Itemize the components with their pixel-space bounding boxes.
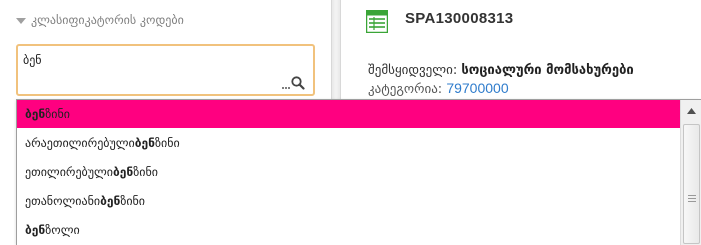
suggestion-suffix: ზინი [120,194,146,208]
scroll-up-button[interactable] [681,100,701,122]
search-magnifier-icon[interactable] [281,76,307,90]
classifier-search-input[interactable] [23,51,283,69]
suggestion-suffix: ზინი [45,107,70,121]
suggestion-suffix: ზინი [133,165,158,179]
suggestion-item[interactable]: არაეთილირებული ბენ ზინი [17,129,680,157]
suggestion-match: ბენ [113,165,134,179]
suggestion-match: ბენ [134,136,155,150]
suggestion-item[interactable]: ეთანოლიანი ბენ ზინი [17,187,680,215]
tender-code[interactable]: SPA130008313 [405,10,513,27]
suggestion-item[interactable]: ეთილირებული ბენ ზინი [17,158,680,186]
scroll-thumb[interactable] [683,124,700,244]
buyer-line: შემსყიდველი: სოციალური მომსახურები [368,63,634,78]
buyer-label: შემსყიდველი: [368,63,458,78]
classifier-search-box[interactable] [16,44,315,96]
suggestion-match: ბენ [25,223,46,237]
classifier-codes-title: კლასიფიკატორის კოდები [31,13,184,27]
category-label: კატეგორია: [368,82,443,97]
suggestion-prefix: ეთანოლიანი [25,194,101,208]
suggestion-suffix: ზოლი [45,223,80,237]
suggestion-match: ბენ [100,194,121,208]
buyer-name: სოციალური მომსახურები [461,63,634,78]
suggestion-item[interactable]: ბენ ზინი [17,100,680,128]
dropdown-scrollbar[interactable] [680,100,701,245]
suggestion-item[interactable]: ბენ ზოლი [17,216,680,244]
chevron-up-icon [687,108,696,114]
scroll-grip-icon [688,195,696,202]
autocomplete-dropdown: ბენ ზინი არაეთილირებული ბენ ზინი ეთილირებუ… [16,99,701,245]
suggestion-suffix: ზინი [155,136,180,150]
category-line: კატეგორია: 79700000 [368,80,509,97]
suggestion-match: ბენ [25,107,46,121]
suggestion-prefix: არაეთილირებული [25,136,135,150]
spreadsheet-document-icon [366,10,388,33]
classifier-codes-header[interactable]: კლასიფიკატორის კოდები [16,9,326,31]
collapse-triangle-icon[interactable] [16,18,26,24]
category-code-link[interactable]: 79700000 [446,80,508,96]
suggestion-prefix: ეთილირებული [25,165,114,179]
